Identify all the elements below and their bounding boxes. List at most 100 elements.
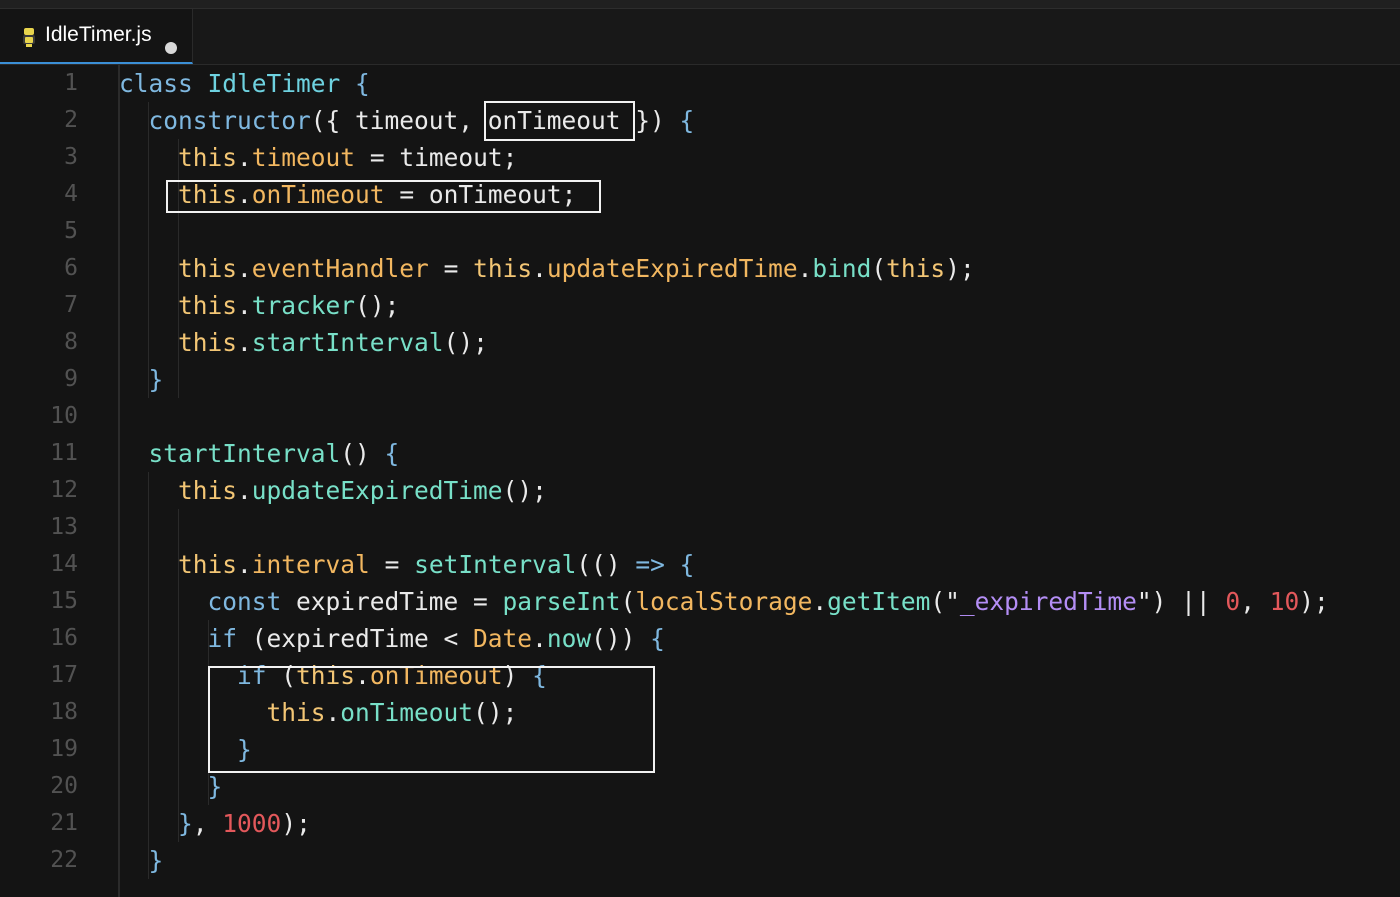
- code-editor[interactable]: 1 2 3 4 5 6 7 8 9 10 11 12 13 14 15 16 17 18 19 20 21 22 clas…: [0, 65, 1400, 897]
- code-token: );: [1299, 587, 1329, 616]
- code-token: this: [473, 254, 533, 283]
- code-token: if: [207, 624, 238, 653]
- code-line[interactable]: this.interval = setInterval(() => {: [119, 546, 694, 583]
- line-number: 15: [50, 588, 78, 614]
- code-token: {: [679, 550, 695, 579]
- code-token: =: [428, 254, 474, 283]
- code-line[interactable]: this.eventHandler = this.updateExpiredTi…: [119, 250, 975, 287]
- code-token: (": [930, 587, 960, 616]
- tab-filename: IdleTimer.js: [45, 23, 152, 46]
- line-number: 8: [64, 329, 78, 355]
- code-line[interactable]: startInterval() {: [119, 435, 400, 472]
- highlight-box-ontimeout-assign: [166, 180, 601, 213]
- code-token: ();: [502, 476, 547, 505]
- code-token: expiredTime =: [281, 587, 503, 616]
- code-token: eventHandler: [251, 254, 429, 283]
- code-token: {: [679, 106, 695, 135]
- code-token: }: [207, 772, 223, 801]
- line-number: 2: [64, 107, 78, 133]
- code-token: .: [797, 254, 813, 283]
- code-token: ") ||: [1136, 587, 1226, 616]
- code-token: tracker: [251, 291, 356, 320]
- code-token: constructor: [148, 106, 311, 135]
- code-token: {: [384, 439, 400, 468]
- code-token: (: [620, 587, 636, 616]
- code-token: {: [355, 69, 370, 98]
- code-line[interactable]: this.tracker();: [119, 287, 399, 324]
- code-token: ((): [576, 550, 636, 579]
- line-number: 17: [50, 662, 78, 688]
- tab-idletimer-js[interactable]: IdleTimer.js: [0, 9, 193, 64]
- code-token: this: [178, 476, 238, 505]
- code-token: bind: [812, 254, 872, 283]
- code-token: );: [281, 809, 311, 838]
- code-token: (expiredTime <: [237, 624, 474, 653]
- code-line[interactable]: }: [119, 842, 164, 879]
- line-number: 21: [50, 810, 78, 836]
- code-token: localStorage: [635, 587, 813, 616]
- code-token: startInterval: [251, 328, 444, 357]
- unsaved-dot-icon[interactable]: [165, 42, 177, 54]
- code-line[interactable]: }, 1000);: [119, 805, 311, 842]
- code-line[interactable]: this.startInterval();: [119, 324, 488, 361]
- code-line[interactable]: this.timeout = timeout;: [119, 139, 517, 176]
- code-token: timeout: [251, 143, 356, 172]
- code-token: .: [237, 254, 252, 283]
- code-token: ();: [355, 291, 400, 320]
- code-token: .: [237, 291, 252, 320]
- code-line[interactable]: }: [119, 768, 223, 805]
- code-line[interactable]: const expiredTime = parseInt(localStorag…: [119, 583, 1329, 620]
- code-token: this: [178, 143, 238, 172]
- line-number: 11: [50, 440, 78, 466]
- code-token: 1000: [222, 809, 282, 838]
- code-line[interactable]: }: [119, 361, 164, 398]
- code-token: ()): [591, 624, 651, 653]
- highlight-box-ontimeout-call: [208, 666, 655, 773]
- code-token: ,: [1240, 587, 1270, 616]
- code-token: getItem: [827, 587, 931, 616]
- line-number: 14: [50, 551, 78, 577]
- line-number: 10: [50, 403, 78, 429]
- code-token: setInterval: [414, 550, 577, 579]
- line-number: 16: [50, 625, 78, 651]
- code-line[interactable]: class IdleTimer {: [119, 65, 370, 102]
- line-number: 3: [64, 144, 78, 170]
- code-token: _expiredTime: [959, 587, 1137, 616]
- line-number: 18: [50, 699, 78, 725]
- code-line[interactable]: if (expiredTime < Date.now()) {: [119, 620, 665, 657]
- code-token: (): [340, 439, 385, 468]
- code-token: parseInt: [502, 587, 621, 616]
- code-token: now: [546, 624, 592, 653]
- code-line[interactable]: this.updateExpiredTime();: [119, 472, 547, 509]
- code-token: }: [148, 365, 164, 394]
- code-token: const: [207, 587, 282, 616]
- code-token: .: [237, 143, 252, 172]
- code-token: this: [178, 291, 238, 320]
- line-number: 12: [50, 477, 78, 503]
- code-token: this: [178, 550, 238, 579]
- line-number: 1: [64, 70, 78, 96]
- code-token: this: [178, 254, 238, 283]
- code-token: .: [237, 476, 252, 505]
- code-token: IdleTimer: [207, 69, 356, 98]
- line-number: 19: [50, 736, 78, 762]
- code-token: this: [886, 254, 946, 283]
- code-token: .: [532, 624, 547, 653]
- line-number: 7: [64, 292, 78, 318]
- code-token: }: [148, 846, 164, 875]
- tab-bar: IdleTimer.js: [0, 9, 1400, 65]
- highlight-box-ontimeout-param: [484, 101, 635, 141]
- line-number: 9: [64, 366, 78, 392]
- code-token: {: [650, 624, 665, 653]
